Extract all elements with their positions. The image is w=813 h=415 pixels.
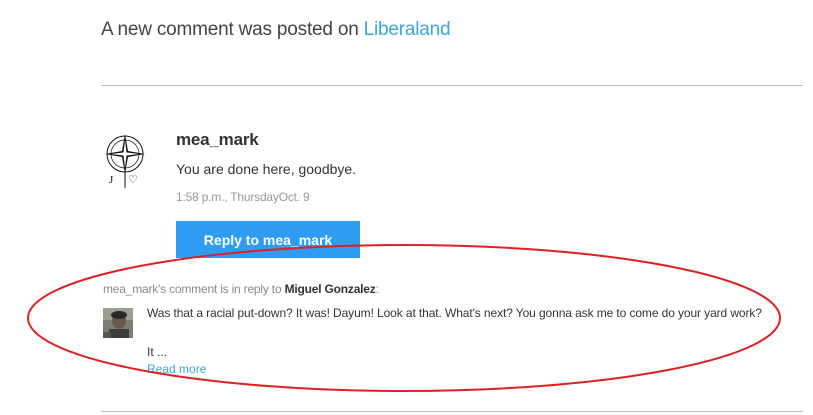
parent-comment-ellipsis: It ...	[147, 345, 168, 359]
comment-body: You are done here, goodbye.	[176, 161, 357, 177]
parent-suffix: :	[375, 282, 379, 296]
parent-author[interactable]: Miguel Gonzalez	[285, 282, 376, 296]
read-more-link[interactable]: Read more	[147, 362, 206, 376]
headline-prefix: A new comment was posted on	[101, 19, 359, 40]
notification-headline: A new comment was posted on Liberaland	[101, 19, 451, 41]
red-annotation-ellipse	[27, 244, 781, 392]
parent-avatar	[103, 308, 133, 338]
top-divider	[101, 85, 803, 86]
reply-button[interactable]: Reply to mea_mark	[176, 221, 360, 258]
parent-reference: mea_mark's comment is in reply to Miguel…	[103, 282, 379, 296]
site-link[interactable]: Liberaland	[364, 19, 451, 40]
avatar-letters: J ♡	[109, 174, 144, 186]
comment-timestamp: 1:58 p.m., ThursdayOct. 9	[176, 190, 310, 204]
bottom-divider	[101, 411, 803, 412]
email-notification: A new comment was posted on Liberaland J…	[0, 0, 813, 415]
parent-comment-text: Was that a racial put-down? It was! Dayu…	[147, 306, 762, 320]
parent-intro: mea_mark's comment is in reply to	[103, 282, 282, 296]
comment-author[interactable]: mea_mark	[176, 130, 259, 150]
